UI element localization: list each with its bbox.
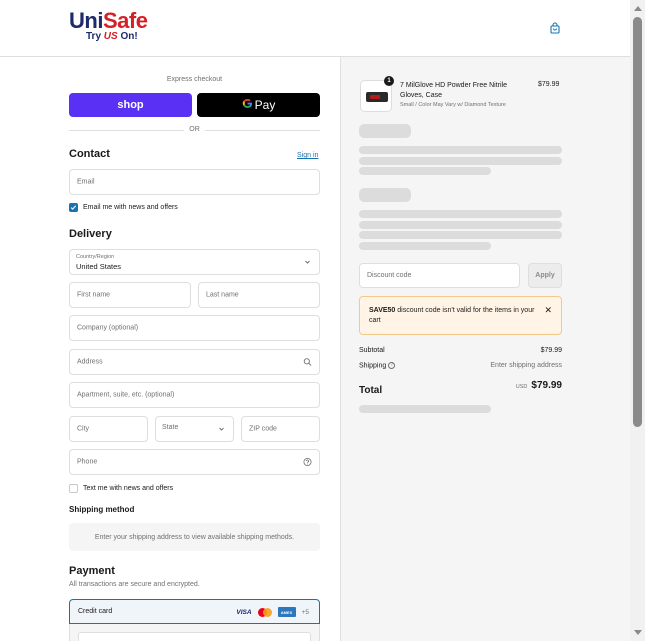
- subtotal-row: Subtotal $79.99: [359, 347, 562, 354]
- text-news-label: Text me with news and offers: [83, 484, 174, 492]
- loading-skeleton: [359, 146, 562, 154]
- loading-skeleton: [359, 124, 411, 138]
- phone-field[interactable]: Phone: [69, 449, 320, 475]
- unisafe-logo[interactable]: UniSafe Try US On!: [69, 9, 173, 45]
- payment-heading: Payment: [69, 565, 115, 577]
- chevron-down-icon: [303, 258, 312, 267]
- shipping-value: Enter shipping address: [490, 362, 562, 369]
- or-divider: OR: [69, 125, 320, 135]
- shipping-row: Shipping? Enter shipping address: [359, 362, 562, 370]
- first-name-field[interactable]: First name: [69, 282, 191, 308]
- checkout-page: UniSafe Try US On! Express checkout shop…: [0, 0, 645, 641]
- info-icon[interactable]: ?: [388, 362, 396, 369]
- delivery-heading: Delivery: [69, 228, 112, 240]
- google-pay-button[interactable]: Pay: [197, 93, 320, 117]
- google-icon: [242, 98, 253, 112]
- scroll-down-arrow-icon[interactable]: [634, 630, 642, 635]
- credit-card-label: Credit card: [78, 608, 113, 615]
- card-number-field[interactable]: [78, 632, 311, 641]
- header: UniSafe Try US On!: [0, 0, 630, 57]
- scrollbar-thumb[interactable]: [633, 17, 642, 427]
- visa-icon: VISA: [236, 608, 252, 616]
- close-icon[interactable]: ✕: [544, 305, 552, 316]
- sign-in-link[interactable]: Sign in: [297, 152, 318, 159]
- mastercard-icon: [257, 607, 272, 617]
- total-label: Total: [359, 385, 383, 396]
- city-field[interactable]: City: [69, 416, 148, 442]
- shopping-bag-icon[interactable]: [548, 21, 562, 35]
- order-summary: 1 7 MilGlove HD Powder Free Nitrile Glov…: [340, 57, 630, 641]
- loading-skeleton: [359, 167, 491, 175]
- shop-pay-button[interactable]: shop: [69, 93, 192, 117]
- credit-card-option[interactable]: Credit card VISA AMEX +5: [69, 599, 320, 624]
- total-value: $79.99: [531, 380, 562, 391]
- credit-card-form: [69, 624, 320, 641]
- logo-tagline: Try US On!: [86, 31, 138, 42]
- product-title: 7 MilGlove HD Powder Free Nitrile Gloves…: [400, 82, 507, 99]
- text-news-checkbox-row[interactable]: Text me with news and offers: [69, 483, 173, 493]
- logo-wordmark: UniSafe: [69, 8, 148, 33]
- loading-skeleton: [359, 188, 411, 202]
- email-field[interactable]: Email: [69, 169, 320, 195]
- address-field[interactable]: Address: [69, 349, 320, 375]
- country-select[interactable]: Country/Region United States: [69, 249, 320, 275]
- payment-subtitle: All transactions are secure and encrypte…: [69, 581, 200, 588]
- zip-field[interactable]: ZIP code: [241, 416, 320, 442]
- card-brands: VISA AMEX +5: [236, 607, 309, 617]
- loading-skeleton: [359, 242, 491, 250]
- loading-skeleton: [359, 221, 562, 229]
- apply-discount-button[interactable]: Apply: [528, 263, 562, 288]
- product-price: $79.99: [538, 81, 560, 88]
- shipping-method-heading: Shipping method: [69, 505, 135, 514]
- checkout-form: Express checkout shop Pay OR Contact Sig…: [0, 57, 340, 641]
- checkbox-checked[interactable]: [69, 202, 78, 212]
- discount-error-alert: SAVE50 discount code isn't valid for the…: [359, 296, 562, 335]
- checkbox-unchecked[interactable]: [69, 483, 78, 493]
- amex-icon: AMEX: [277, 607, 296, 617]
- loading-skeleton: [359, 157, 562, 165]
- quantity-badge: 1: [384, 76, 394, 86]
- shipping-method-placeholder: Enter your shipping address to view avai…: [69, 523, 320, 551]
- discount-error-text: SAVE50 discount code isn't valid for the…: [369, 307, 535, 324]
- google-pay-label: Pay: [254, 98, 276, 112]
- subtotal-value: $79.99: [540, 347, 562, 354]
- total-row: Total USD $79.99: [359, 380, 562, 398]
- more-cards-label: +5: [301, 608, 309, 616]
- discount-code-field[interactable]: Discount code: [359, 263, 520, 288]
- loading-skeleton: [359, 231, 562, 239]
- last-name-field[interactable]: Last name: [198, 282, 320, 308]
- apartment-field[interactable]: Apartment, suite, etc. (optional): [69, 382, 320, 408]
- loading-skeleton: [359, 405, 491, 413]
- loading-skeleton: [359, 210, 562, 218]
- email-news-checkbox-row[interactable]: Email me with news and offers: [69, 202, 178, 212]
- scroll-up-arrow-icon[interactable]: [634, 6, 642, 11]
- search-icon: [303, 358, 312, 367]
- express-checkout-label: Express checkout: [166, 76, 223, 83]
- help-circle-icon[interactable]: [303, 458, 312, 467]
- chevron-down-icon: [217, 425, 226, 434]
- page-scrollbar[interactable]: [630, 0, 645, 641]
- email-news-label: Email me with news and offers: [83, 203, 178, 211]
- company-field[interactable]: Company (optional): [69, 315, 320, 341]
- currency-code: USD: [515, 384, 528, 390]
- product-variant: Small / Color May Vary w/ Diamond Textur…: [400, 102, 506, 108]
- state-select[interactable]: State: [155, 416, 234, 442]
- contact-heading: Contact: [69, 148, 110, 160]
